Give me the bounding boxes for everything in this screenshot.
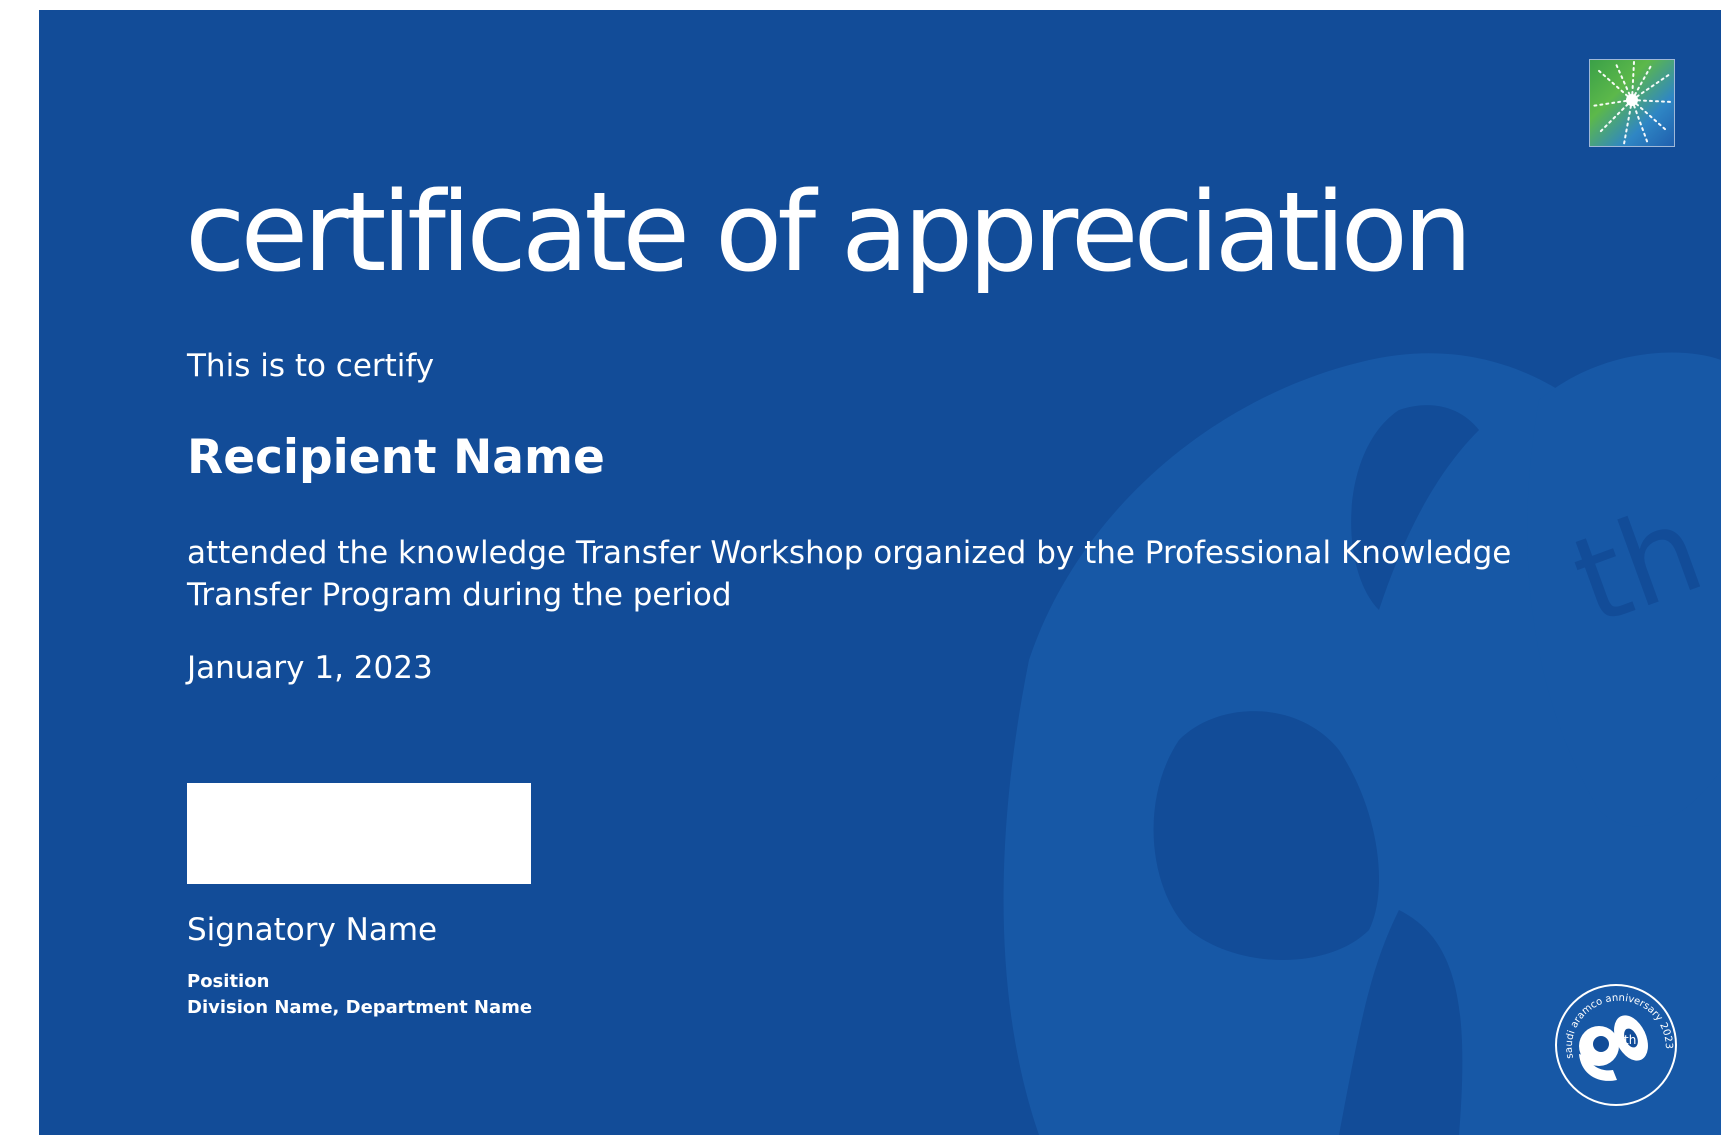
aramco-logo (1589, 59, 1675, 147)
signatory-department: Division Name, Department Name (187, 997, 533, 1018)
certificate: th certificate of appreciation This is t… (39, 10, 1721, 1135)
badge-emblem-icon: th (1579, 1015, 1648, 1081)
certificate-title: certificate of appreciation (185, 168, 1473, 296)
badge-superscript: th (1624, 1033, 1636, 1047)
certificate-date: January 1, 2023 (187, 650, 433, 686)
signatory-name: Signatory Name (187, 912, 438, 948)
anniversary-badge: saudi aramco anniversary 2023 th (1555, 984, 1677, 1106)
recipient-name: Recipient Name (187, 430, 605, 485)
certificate-body-text: attended the knowledge Transfer Workshop… (187, 535, 1512, 613)
signatory-position: Position (187, 971, 270, 992)
aramco-star-icon (1591, 61, 1673, 145)
watermark-numeral-holes (1153, 405, 1479, 1135)
page: th certificate of appreciation This is t… (0, 0, 1733, 1135)
signature-box (187, 783, 531, 884)
certify-intro-text: This is to certify (187, 348, 435, 384)
